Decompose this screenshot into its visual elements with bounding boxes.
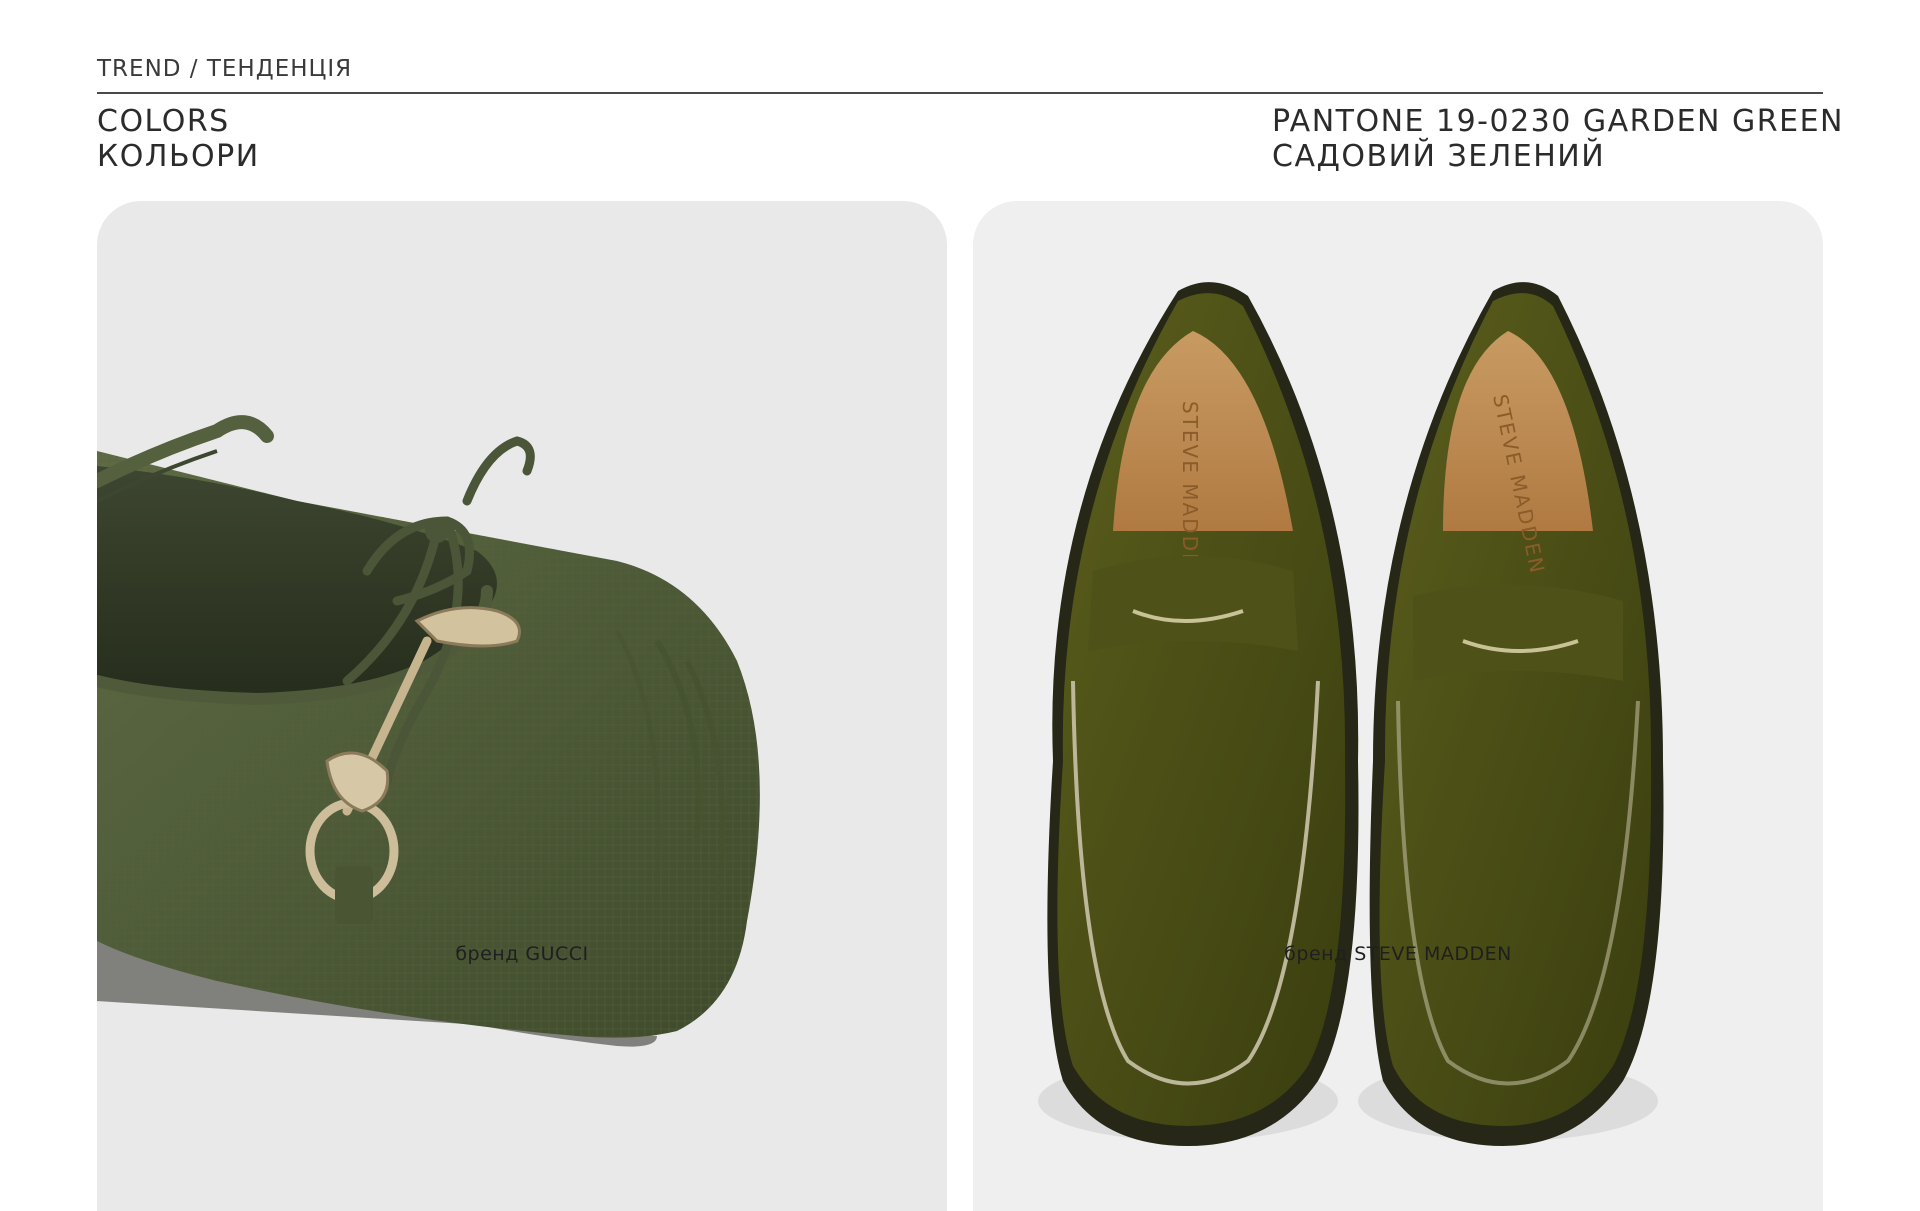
product-card-steve-madden[interactable]: STEVE MADDEN STEVE MADDEN бренд STEVE MA… — [973, 201, 1823, 1211]
header-divider — [97, 92, 1823, 94]
brand-caption-steve-madden: бренд STEVE MADDEN — [1284, 943, 1512, 965]
section-title-en: COLORS — [97, 104, 230, 139]
trend-eyebrow: TREND / ТЕНДЕНЦІЯ — [97, 56, 353, 82]
color-name: PANTONE 19-0230 GARDEN GREEN САДОВИЙ ЗЕЛ… — [1272, 104, 1844, 174]
color-name-en: PANTONE 19-0230 GARDEN GREEN — [1272, 104, 1844, 139]
section-title: COLORS КОЛЬОРИ — [97, 104, 260, 174]
brand-caption-gucci: бренд GUCCI — [455, 943, 589, 965]
product-card-gucci[interactable]: бренд GUCCI — [97, 201, 947, 1211]
color-name-ua: САДОВИЙ ЗЕЛЕНИЙ — [1272, 139, 1606, 174]
section-title-ua: КОЛЬОРИ — [97, 139, 260, 174]
